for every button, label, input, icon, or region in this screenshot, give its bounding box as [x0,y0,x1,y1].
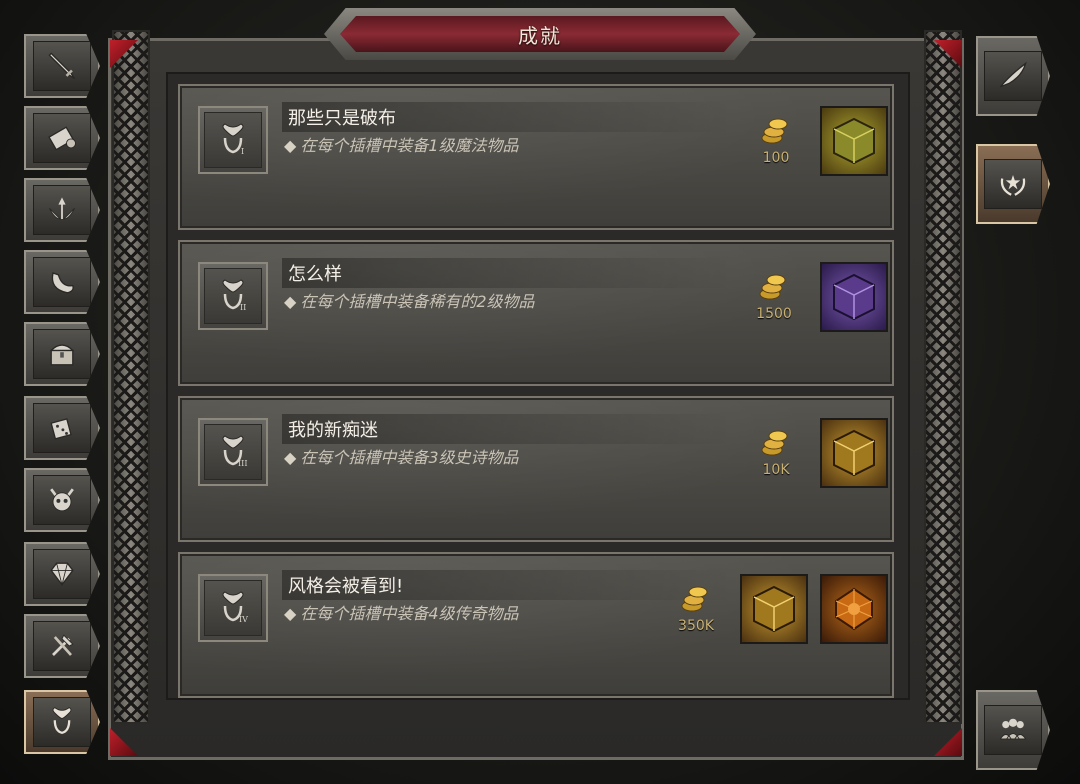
gold-cube-icon [833,117,875,165]
winged-arrow-icon [48,197,76,220]
left-menu-button-crafting[interactable] [24,614,100,678]
amber-cube-icon [833,429,875,477]
purple-cube-icon [833,273,875,321]
right-menu-button-rank[interactable] [976,144,1050,224]
achievement-trophy-icon [52,707,72,734]
badge-numeral: III [238,459,247,468]
achievement-card[interactable]: I 那些只是破布 ◆ 在每个插槽中装备1级魔法物品 100 [178,84,894,230]
celtic-border-left [112,30,150,724]
gem-icon [50,562,74,586]
achievement-badge: II [198,262,268,330]
gold-reward: 100 [750,110,802,174]
quill-icon [999,61,1027,88]
gold-amount: 1500 [756,306,792,322]
orange-gem-icon [835,587,873,631]
achievement-card[interactable]: II 怎么样 ◆ 在每个插槽中装备稀有的2级物品 1500 [178,240,894,386]
achievement-trophy-icon: III [222,435,247,468]
sword-icon [48,52,76,80]
left-menu-button-abilities[interactable] [24,250,100,314]
achievement-card[interactable]: III 我的新痴迷 ◆ 在每个插槽中装备3级史诗物品 10K [178,396,894,542]
gold-coins-icon [759,274,786,300]
reward-item[interactable] [820,574,888,644]
gold-coins-icon [681,586,708,612]
left-menu-button-bestiary[interactable] [24,468,100,532]
achievement-name: 怎么样 [282,258,734,288]
reward-item[interactable] [740,574,808,644]
gold-coins-icon [761,430,788,456]
left-menu-button-quests[interactable] [24,106,100,170]
badge-numeral: IV [239,615,248,624]
gold-reward: 10K [750,422,802,486]
group-icon [999,718,1027,740]
gold-amount: 350K [678,618,714,634]
left-menu-button-gambling[interactable] [24,396,100,460]
horn-icon [51,272,74,294]
reward-item[interactable] [820,106,888,176]
right-menu-button-journal[interactable] [976,36,1050,116]
treasure-chest-icon [49,344,75,366]
left-menu-button-skills[interactable] [24,178,100,242]
achievement-name: 我的新痴迷 [282,414,734,444]
achievement-description: ◆ 在每个插槽中装备3级史诗物品 [284,448,519,467]
achievement-description: ◆ 在每个插槽中装备4级传奇物品 [284,604,519,623]
gold-coins-icon [761,118,788,144]
page-title: 成就 [518,23,562,48]
achievement-card[interactable]: IV 风格会被看到! ◆ 在每个插槽中装备4级传奇物品 350K [178,552,894,698]
achievement-description: ◆ 在每个插槽中装备稀有的2级物品 [284,292,535,311]
achievement-name: 风格会被看到! [282,570,734,600]
achievement-trophy-icon: II [222,279,246,312]
achievement-trophy-icon: IV [222,591,248,624]
badge-numeral: II [240,303,246,312]
hammer-pick-icon [52,634,74,656]
achievement-badge: IV [198,574,268,642]
left-menu-button-inventory[interactable] [24,322,100,386]
gold-amount: 10K [762,462,790,478]
left-menu-button-weapons[interactable] [24,34,100,98]
scroll-icon [48,126,76,151]
right-menu-button-social[interactable] [976,690,1050,770]
title-banner: 成就 [324,8,756,60]
gold-reward: 1500 [748,266,800,330]
left-menu-button-gems[interactable] [24,542,100,606]
reward-item[interactable] [820,262,888,332]
dice-icon [50,418,72,440]
laurel-star-icon [1000,175,1026,196]
achievement-badge: III [198,418,268,486]
achievement-badge: I [198,106,268,174]
reward-item[interactable] [820,418,888,488]
gold-reward: 350K [670,578,722,642]
gold-amount: 100 [762,150,790,166]
achievement-description: ◆ 在每个插槽中装备1级魔法物品 [284,136,519,155]
amber-cube-icon [753,585,795,633]
demon-skull-icon [50,488,74,512]
achievement-trophy-icon: I [222,123,244,156]
left-menu-button-achievements[interactable] [24,690,100,754]
achievement-name: 那些只是破布 [282,102,734,132]
celtic-border-right [924,30,962,724]
badge-numeral: I [241,147,244,156]
